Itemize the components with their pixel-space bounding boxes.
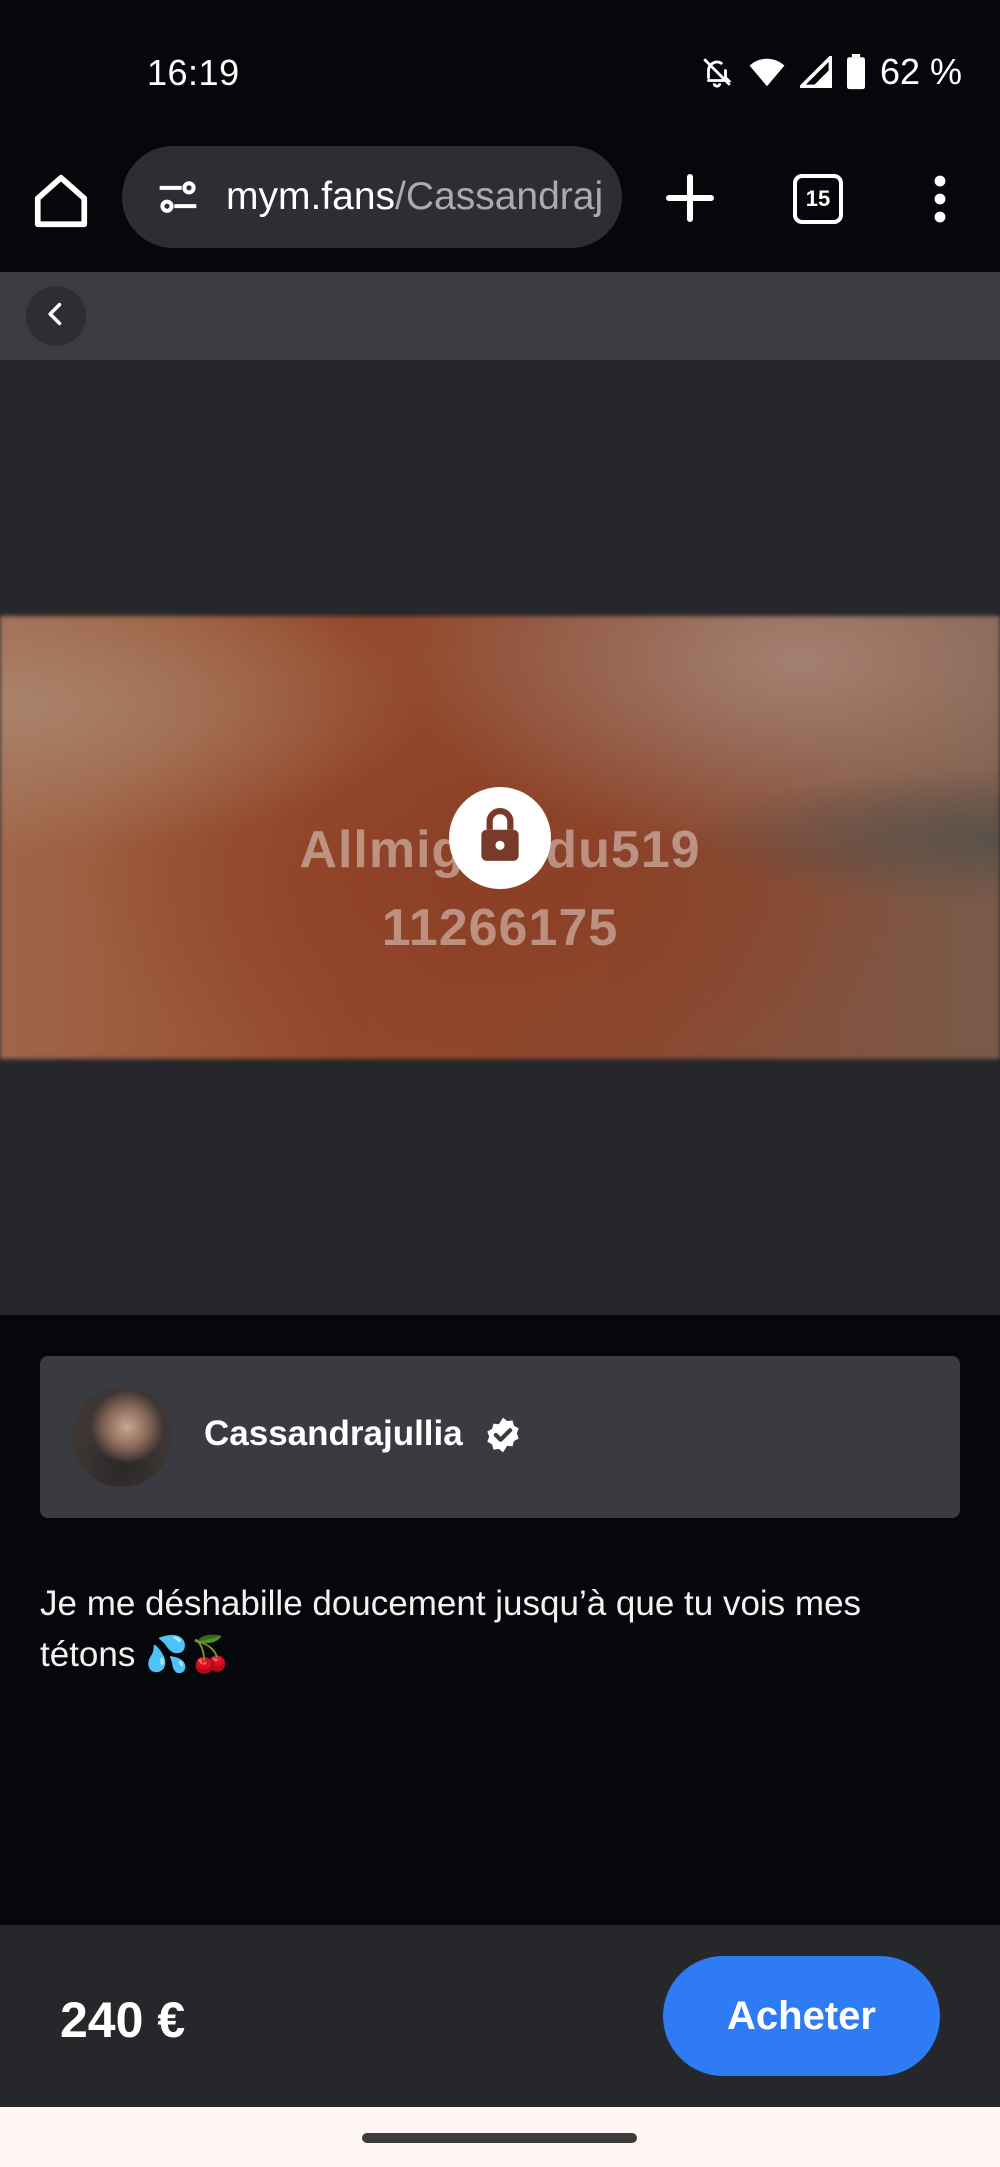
page-header: [0, 272, 1000, 360]
post-description: Je me déshabille doucement jusqu’à que t…: [40, 1584, 862, 1674]
url-host: mym.fans: [226, 175, 396, 218]
lock-button[interactable]: [449, 787, 551, 889]
wifi-icon: [748, 55, 786, 89]
chevron-left-icon: [42, 300, 70, 333]
status-time: 16:19: [147, 52, 240, 93]
buy-button[interactable]: Acheter: [663, 1956, 940, 2076]
tab-count: 15: [805, 186, 831, 211]
new-tab-icon[interactable]: [662, 170, 718, 226]
signal-icon: [799, 56, 832, 88]
address-bar[interactable]: mym.fans/Cassandraj: [122, 146, 622, 248]
gesture-handle[interactable]: [362, 2133, 637, 2143]
gesture-navigation-area: [0, 2107, 1000, 2167]
home-icon[interactable]: [30, 170, 92, 232]
status-bar: 16:19 62 %: [0, 0, 1000, 150]
browser-toolbar: mym.fans/Cassandraj 15: [0, 140, 1000, 272]
creator-card[interactable]: Cassandrajullia: [40, 1356, 960, 1518]
verified-badge-icon: [484, 1416, 522, 1454]
site-settings-icon[interactable]: [156, 175, 200, 219]
bell-off-icon: [700, 55, 734, 89]
more-menu-icon[interactable]: [922, 172, 958, 226]
url-text[interactable]: mym.fans/Cassandraj: [226, 175, 603, 219]
watermark-id: 11266175: [381, 899, 619, 957]
lock-icon: [474, 807, 526, 870]
creator-name[interactable]: Cassandrajullia: [204, 1414, 463, 1454]
back-button[interactable]: [26, 286, 86, 346]
status-icons: 62 %: [700, 51, 962, 92]
price: 240 €: [60, 1992, 186, 2048]
purchase-bar: 240 € Acheter: [0, 1925, 1000, 2107]
tab-switcher-icon[interactable]: 15: [793, 174, 843, 224]
url-path: /Cassandraj: [395, 175, 604, 218]
avatar[interactable]: [72, 1387, 172, 1487]
battery-percent: 62 %: [879, 51, 962, 92]
battery-icon: [846, 54, 866, 90]
